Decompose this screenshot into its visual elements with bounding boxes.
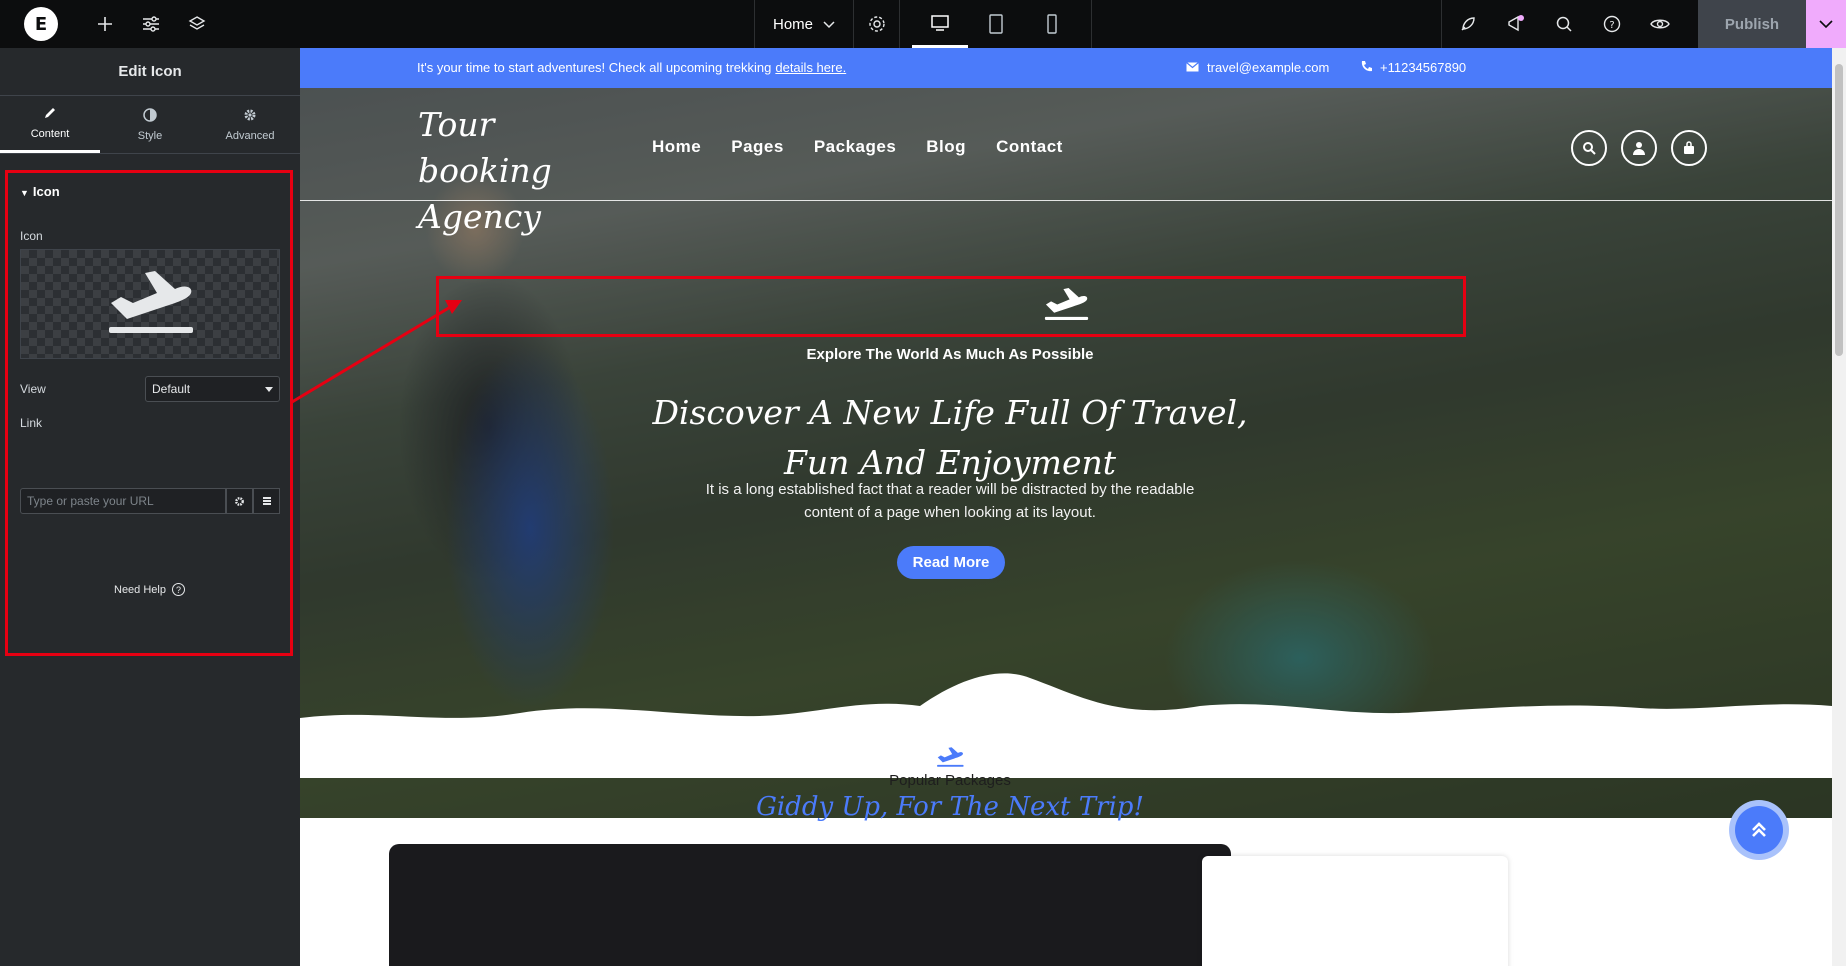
select-caret-icon: [265, 387, 273, 392]
email-text: travel@example.com: [1207, 60, 1330, 75]
add-element-icon[interactable]: [82, 0, 128, 48]
nav-item-packages[interactable]: Packages: [814, 137, 896, 157]
tab-content[interactable]: Content: [0, 96, 100, 153]
link-options-gear-icon[interactable]: [226, 488, 253, 514]
main-navigation: Home Pages Packages Blog Contact: [652, 137, 1063, 157]
panel-title: Edit Icon: [0, 48, 300, 96]
contact-email[interactable]: travel@example.com: [1186, 60, 1329, 75]
packages-plane-icon: [935, 746, 965, 773]
need-help-label: Need Help: [114, 583, 166, 596]
read-more-button[interactable]: Read More: [897, 546, 1005, 579]
link-label: Link: [20, 416, 43, 430]
phone-icon: [1360, 60, 1372, 75]
search-icon[interactable]: [1540, 0, 1588, 48]
scroll-to-top-button[interactable]: [1729, 800, 1789, 860]
chevron-down-icon: [823, 16, 835, 33]
dynamic-tags-icon[interactable]: [253, 488, 280, 514]
page-canvas: It's your time to start adventures! Chec…: [300, 48, 1832, 966]
package-card-image[interactable]: [389, 844, 1231, 966]
publish-options-chevron-icon[interactable]: [1806, 0, 1846, 48]
pencil-icon: [43, 106, 57, 124]
nav-item-home[interactable]: Home: [652, 137, 701, 157]
envelope-icon: [1186, 60, 1199, 75]
notifications-megaphone-icon[interactable]: [1492, 0, 1540, 48]
double-chevron-up-icon: [1735, 806, 1783, 854]
help-icon[interactable]: ?: [1588, 0, 1636, 48]
page-selector-label: Home: [773, 15, 814, 33]
page-selector[interactable]: Home: [754, 0, 855, 48]
icon-section-header[interactable]: ▼ Icon: [20, 184, 60, 199]
icon-picker[interactable]: [20, 249, 280, 359]
hero-headline: Discover A New Life Full Of Travel, Fun …: [652, 393, 1248, 482]
editor-topbar: E Home ? Publish: [0, 0, 1846, 48]
nav-item-blog[interactable]: Blog: [926, 137, 966, 157]
header-search-icon[interactable]: [1571, 130, 1607, 166]
header-divider: [300, 200, 1832, 201]
scrollbar-thumb[interactable]: [1835, 64, 1843, 356]
gear-icon: [243, 108, 257, 126]
desktop-view-icon[interactable]: [912, 0, 969, 48]
tab-advanced[interactable]: Advanced: [200, 96, 300, 153]
announcement-message: It's your time to start adventures! Chec…: [417, 60, 846, 75]
hero-eyebrow: Explore The World As Much As Possible: [806, 346, 1094, 363]
site-settings-icon[interactable]: [128, 0, 174, 48]
details-link[interactable]: details here.: [775, 60, 846, 75]
half-circle-icon: [143, 107, 157, 126]
nav-item-pages[interactable]: Pages: [731, 137, 784, 157]
icon-label: Icon: [20, 229, 43, 243]
contact-phone[interactable]: +11234567890: [1360, 60, 1466, 75]
canvas-scrollbar[interactable]: [1832, 48, 1846, 966]
user-account-icon[interactable]: [1621, 130, 1657, 166]
packages-title: Giddy Up, For The Next Trip!: [756, 792, 1144, 822]
preview-eye-icon[interactable]: [1636, 0, 1684, 48]
link-url-input[interactable]: Type or paste your URL: [20, 488, 226, 514]
nav-item-contact[interactable]: Contact: [996, 137, 1063, 157]
page-settings-gear-icon[interactable]: [854, 0, 901, 48]
phone-text: +11234567890: [1380, 60, 1467, 75]
question-circle-icon: ?: [171, 583, 185, 596]
tab-style-label: Style: [137, 129, 163, 142]
tab-content-label: Content: [30, 128, 70, 140]
editor-panel: Edit Icon Content Style Advanced ▼ Icon I…: [0, 48, 300, 966]
svg-text:?: ?: [1609, 20, 1614, 31]
tab-advanced-label: Advanced: [225, 129, 275, 142]
panel-tabs: Content Style Advanced: [0, 96, 300, 154]
topbar-right: ? Publish: [1439, 0, 1846, 48]
tablet-view-icon[interactable]: [968, 0, 1024, 48]
tab-style[interactable]: Style: [100, 96, 200, 153]
header-icons: [1571, 130, 1707, 166]
view-label: View: [20, 382, 46, 396]
shopping-bag-icon[interactable]: [1671, 130, 1707, 166]
view-select[interactable]: Default: [145, 376, 280, 402]
elementor-logo-icon: E: [24, 7, 58, 41]
package-info-card[interactable]: [1202, 856, 1508, 966]
announcement-text: It's your time to start adventures! Chec…: [417, 60, 772, 75]
announcement-bar: It's your time to start adventures! Chec…: [300, 48, 1832, 88]
site-logo-text[interactable]: Tour booking Agency: [418, 102, 598, 240]
topbar-center: Home: [754, 0, 1093, 48]
need-help-link[interactable]: Need Help ?: [114, 583, 185, 596]
icon-section-title: Icon: [32, 184, 60, 199]
layers-icon[interactable]: [174, 0, 220, 48]
highlight-box-canvas: [436, 276, 1466, 337]
publish-button[interactable]: Publish: [1698, 0, 1806, 48]
view-select-value: Default: [152, 382, 191, 396]
packages-label: Popular Packages: [889, 772, 1011, 789]
hero-wave-divider: [300, 673, 1832, 778]
elementor-logo[interactable]: E: [0, 0, 82, 48]
hero-description: It is a long established fact that a rea…: [705, 481, 1195, 521]
plane-departure-icon: [105, 267, 195, 342]
rocket-icon[interactable]: [1444, 0, 1492, 48]
caret-down-icon: ▼: [20, 188, 29, 198]
mobile-view-icon[interactable]: [1024, 0, 1080, 48]
